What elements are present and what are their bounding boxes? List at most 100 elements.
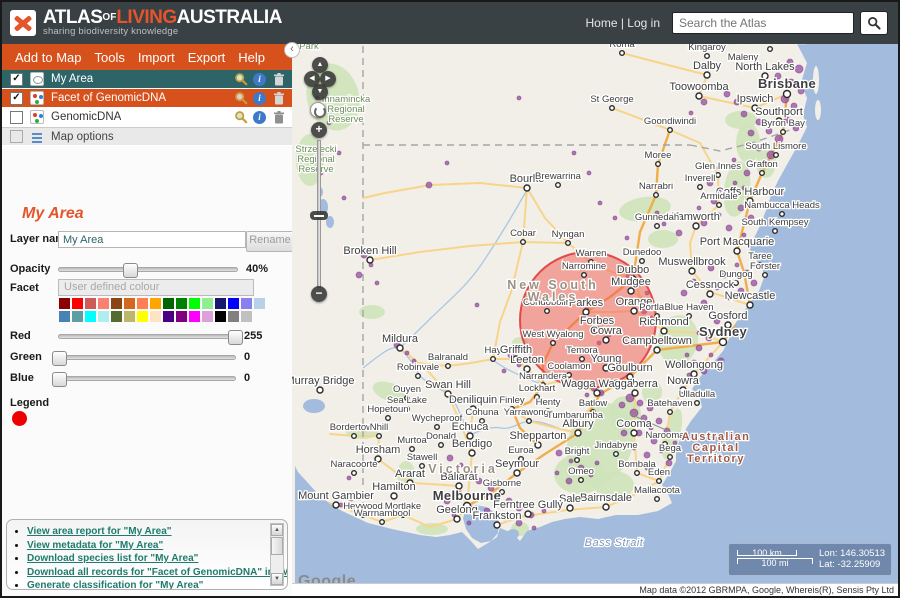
occurrence-dot[interactable]: [502, 369, 506, 373]
zoom-out-button[interactable]: −: [311, 286, 327, 302]
occurrence-dot[interactable]: [751, 280, 757, 286]
occurrence-dot[interactable]: [676, 230, 682, 236]
zoom-to-layer-icon[interactable]: [233, 72, 248, 87]
palette-swatch[interactable]: [215, 298, 226, 309]
occurrence-dot[interactable]: [733, 181, 737, 185]
layer-info-icon[interactable]: i: [252, 110, 267, 125]
occurrence-dot[interactable]: [726, 225, 732, 231]
scrollbar[interactable]: ▲ ▼: [270, 523, 284, 586]
occurrence-dot[interactable]: [666, 460, 672, 466]
pan-down-button[interactable]: ▼: [312, 84, 328, 100]
palette-swatch[interactable]: [111, 311, 122, 322]
palette-swatch[interactable]: [98, 311, 109, 322]
palette-swatch[interactable]: [202, 298, 213, 309]
palette-swatch[interactable]: [176, 311, 187, 322]
occurrence-dot[interactable]: [644, 452, 650, 458]
occurrence-dot[interactable]: [795, 65, 803, 73]
occurrence-dot[interactable]: [426, 182, 432, 188]
menu-import[interactable]: Import: [138, 50, 175, 65]
palette-swatch[interactable]: [124, 311, 135, 322]
red-slider-handle[interactable]: [228, 330, 243, 345]
palette-swatch[interactable]: [215, 311, 226, 322]
layer-info-icon[interactable]: i: [252, 91, 267, 106]
palette-swatch[interactable]: [111, 298, 122, 309]
layer-checkbox[interactable]: ✓: [10, 130, 23, 143]
occurrence-dot[interactable]: [585, 393, 589, 397]
palette-swatch[interactable]: [241, 311, 252, 322]
layer-checkbox[interactable]: ✓: [10, 111, 23, 124]
layer-checkbox[interactable]: ✓: [10, 92, 23, 105]
facet-select[interactable]: User defined colour ▼: [58, 279, 254, 296]
palette-swatch[interactable]: [241, 298, 252, 309]
palette-swatch[interactable]: [72, 311, 83, 322]
occurrence-dot[interactable]: [744, 170, 750, 176]
occurrence-dot[interactable]: [709, 353, 713, 357]
ala-logo[interactable]: ATLASOFLIVINGAUSTRALIA sharing biodivers…: [10, 9, 282, 37]
layer-row-genomicdna[interactable]: ✓ GenomicDNA i: [2, 108, 292, 127]
palette-swatch[interactable]: [150, 311, 161, 322]
zoom-in-button[interactable]: +: [311, 122, 327, 138]
reset-view-button[interactable]: [310, 102, 326, 118]
palette-swatch[interactable]: [59, 311, 70, 322]
palette-swatch[interactable]: [137, 298, 148, 309]
layer-row-facet-genomicdna[interactable]: ✓ Facet of GenomicDNA i: [2, 89, 292, 108]
occurrence-dot[interactable]: [637, 400, 643, 406]
occurrence-dot[interactable]: [405, 351, 409, 355]
occurrence-dot[interactable]: [556, 450, 562, 456]
generate-classification-link[interactable]: Generate classification for "My Area": [27, 580, 203, 590]
zoom-to-layer-icon[interactable]: [233, 91, 248, 106]
occurrence-dot[interactable]: [555, 471, 559, 475]
opacity-slider[interactable]: [58, 267, 238, 272]
scrollbar-thumb[interactable]: [271, 537, 283, 555]
palette-swatch[interactable]: [228, 311, 239, 322]
palette-swatch[interactable]: [189, 311, 200, 322]
home-login-links[interactable]: Home | Log in: [586, 16, 661, 30]
zoom-slider-handle[interactable]: [310, 211, 328, 220]
occurrence-dot[interactable]: [342, 196, 346, 200]
occurrence-dot[interactable]: [697, 206, 701, 210]
zoom-to-layer-icon[interactable]: [233, 110, 248, 125]
palette-swatch[interactable]: [163, 298, 174, 309]
occurrence-dot[interactable]: [619, 402, 625, 408]
occurrence-dot[interactable]: [347, 476, 351, 480]
occurrence-dot[interactable]: [572, 151, 576, 155]
occurrence-dot[interactable]: [621, 430, 627, 436]
opacity-slider-handle[interactable]: [123, 263, 138, 278]
palette-swatch[interactable]: [85, 298, 96, 309]
palette-swatch[interactable]: [98, 298, 109, 309]
red-slider[interactable]: [58, 334, 236, 339]
view-area-report-link[interactable]: View area report for "My Area": [27, 526, 172, 537]
palette-swatch[interactable]: [59, 298, 70, 309]
view-metadata-link[interactable]: View metadata for "My Area": [27, 540, 163, 551]
occurrence-dot[interactable]: [356, 272, 362, 278]
occurrence-dot[interactable]: [696, 345, 702, 351]
menu-tools[interactable]: Tools: [95, 50, 125, 65]
search-button[interactable]: [860, 11, 888, 35]
delete-layer-icon[interactable]: [271, 110, 286, 125]
scroll-down-icon[interactable]: ▼: [271, 573, 283, 585]
occurrence-dot[interactable]: [566, 478, 572, 484]
palette-swatch[interactable]: [202, 311, 213, 322]
occurrence-dot[interactable]: [447, 455, 453, 461]
blue-slider[interactable]: [58, 376, 236, 381]
delete-layer-icon[interactable]: [271, 72, 286, 87]
download-species-list-link[interactable]: Download species list for "My Area": [27, 553, 198, 564]
occurrence-dot[interactable]: [738, 205, 744, 211]
occurrence-dot[interactable]: [689, 111, 693, 115]
occurrence-dot[interactable]: [656, 418, 662, 424]
palette-swatch[interactable]: [163, 311, 174, 322]
map-canvas[interactable]: RomaKingaroyDalbyMalenyMountain CreekNor…: [292, 44, 898, 596]
palette-swatch[interactable]: [254, 298, 265, 309]
occurrence-dot[interactable]: [517, 96, 521, 100]
layer-row-map-options[interactable]: ✓ Map options: [2, 127, 292, 146]
green-slider[interactable]: [58, 355, 236, 360]
occurrence-dot[interactable]: [445, 161, 449, 165]
palette-swatch[interactable]: [176, 298, 187, 309]
palette-swatch[interactable]: [137, 311, 148, 322]
palette-swatch[interactable]: [85, 311, 96, 322]
palette-swatch[interactable]: [72, 298, 83, 309]
green-slider-handle[interactable]: [52, 351, 67, 366]
palette-swatch[interactable]: [150, 298, 161, 309]
occurrence-dot[interactable]: [587, 171, 591, 175]
delete-layer-icon[interactable]: [271, 91, 286, 106]
